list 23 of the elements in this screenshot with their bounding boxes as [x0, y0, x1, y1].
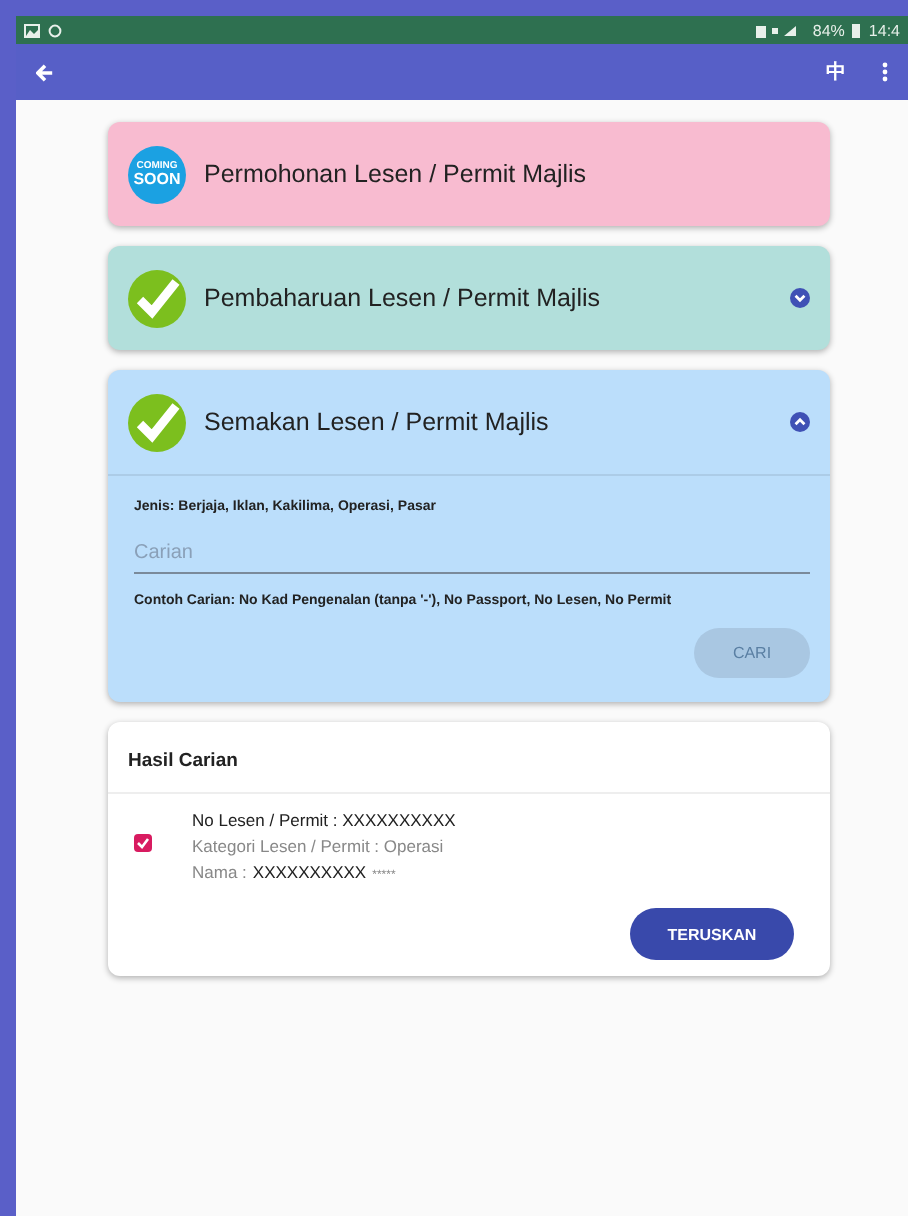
- name-label: Nama :: [192, 862, 247, 882]
- panel-title[interactable]: Semakan Lesen / Permit Majlis: [204, 408, 772, 436]
- continue-button[interactable]: TERUSKAN: [630, 908, 794, 960]
- image-icon: [24, 23, 40, 37]
- clock-time: 14:4: [868, 21, 900, 39]
- search-field[interactable]: Carian: [134, 534, 810, 574]
- checkbox[interactable]: [134, 834, 152, 852]
- panel-title[interactable]: Permohonan Lesen / Permit Majlis: [204, 160, 810, 188]
- chevron-up-icon[interactable]: [790, 412, 810, 432]
- check-icon: [128, 393, 186, 451]
- back-icon[interactable]: [36, 63, 54, 81]
- panel-title[interactable]: Pembaharuan Lesen / Permit Majlis: [204, 284, 772, 312]
- language-button[interactable]: 中: [826, 58, 846, 86]
- sync-icon: [48, 23, 62, 37]
- license-number: No Lesen / Permit : XXXXXXXXXX: [192, 810, 456, 830]
- battery-percent: 84%: [812, 21, 845, 39]
- name-value: XXXXXXXXXX: [252, 862, 367, 882]
- results-title: Hasil Carian: [108, 722, 830, 794]
- check-icon: [128, 269, 186, 327]
- more-icon[interactable]: [882, 62, 888, 82]
- license-category: Kategori Lesen / Permit : Operasi: [192, 836, 446, 856]
- chevron-down-icon[interactable]: [790, 288, 810, 308]
- battery-icon: [852, 23, 861, 37]
